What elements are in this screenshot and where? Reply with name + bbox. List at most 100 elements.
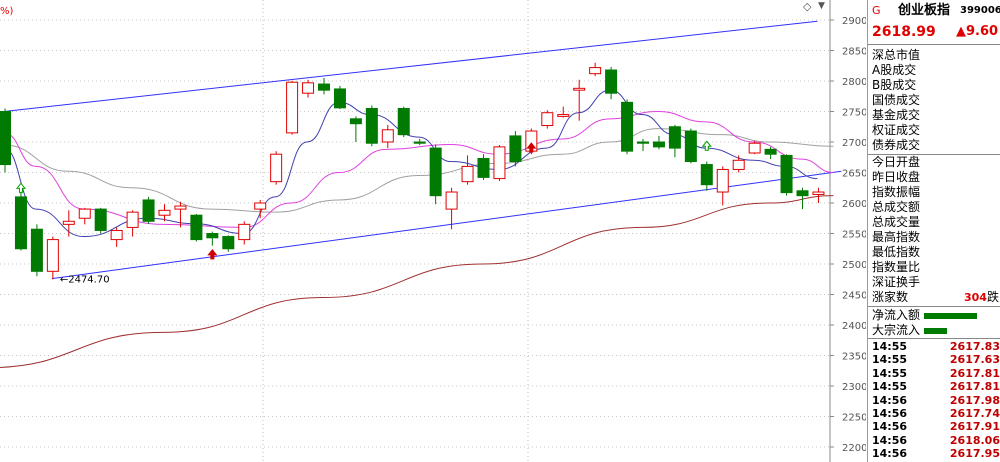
index-change: ▲9.60 [956,24,999,39]
field-label: 今日开盘 [872,155,921,169]
field-label: 债券成交 [872,138,921,152]
candle-body [573,87,586,91]
y-tick-label: 2650 [842,169,866,180]
tick-row: 14:55 2617.83 [868,340,1000,353]
tick-time: 14:56 [872,393,908,407]
field-label: 总成交额 [872,200,921,214]
candle-body [206,233,219,239]
field-row: 债券成交 [868,138,1000,153]
candle-body [158,209,171,216]
candle-body [541,112,554,127]
tick-price: 2617.81 [949,366,1000,380]
tick-price: 2617.81 [949,380,1000,394]
y-tick-label: 2600 [842,199,866,210]
field-label: 最高指数 [872,230,921,244]
y-tick-label: 2350 [842,352,866,363]
tick-time: 14:55 [872,340,908,353]
field-label: 指数振幅 [872,185,921,199]
candle-body [780,154,793,194]
quote-title-row: G 创业板指 399006 [868,2,1000,20]
candle-body [477,157,490,178]
candle-body [652,141,665,148]
field-row: 今日开盘 [868,155,1000,170]
tick-price: 2617.95 [949,447,1000,461]
divider [868,338,1000,339]
ma5-line [3,89,818,238]
candle-body [509,135,522,163]
flow-label: 大宗流入 [872,323,921,337]
candle-body [110,229,123,241]
field-label: 最低指数 [872,245,921,259]
tick-row: 14:56 2617.91 [868,420,1000,433]
field-row: 最高指数 [868,230,1000,245]
field-row: 深证换手 [868,275,1000,290]
flow-bar [924,328,947,334]
field-row: 昨日收盘 [868,170,1000,185]
tick-row: 14:55 2617.63 [868,353,1000,366]
tick-row: 14:55 2617.81 [868,367,1000,380]
tick-price: 2617.83 [949,340,1000,353]
candle-body [238,223,251,241]
candle-body [557,114,570,117]
y-tick-label: 2800 [842,77,866,88]
candle-body [142,199,155,222]
divider [868,44,1000,45]
field-row: 总成交额 [868,200,1000,215]
field-label: 深总市值 [872,48,921,62]
field-label: 指数量比 [872,260,921,274]
candle-body [318,83,330,91]
index-price: 2618.99 [872,24,936,40]
tick-row: 14:56 2617.95 [868,447,1000,460]
signal-arrow-icon [701,140,712,151]
candle-body [413,141,426,144]
kline-chart[interactable]: 2200 2250 2300 2350 2400 2450 2500 2550 2600 2650… [0,0,866,462]
candle-body [174,205,187,210]
tick-row: 14:56 2617.74 [868,407,1000,420]
channel-upper-line [3,20,818,112]
kline-chart-area[interactable]: %) 2200 2250 2300 2350 2400 2450 2500 2550 2600 2… [0,0,866,462]
tick-price: 2617.91 [949,420,1000,434]
candle-body [381,129,394,143]
field-row: 指数量比 [868,260,1000,275]
candle-body [333,88,346,109]
scroll-down-arrow-icon[interactable]: ▼ [818,1,825,11]
candle-body [493,146,506,180]
field-row: A股成交 [868,63,1000,78]
candle-body [254,202,267,210]
candle-body [445,191,458,210]
candle-body [700,164,713,186]
breadth-suffix: 跌 [987,290,1000,304]
tick-time: 14:55 [872,380,908,394]
candle-body [764,148,777,155]
flow-row: 大宗流入 [868,323,1000,338]
field-row: 国债成交 [868,93,1000,108]
field-row: B股成交 [868,78,1000,93]
y-tick-label: 2750 [842,108,866,119]
index-name: 创业板指 [898,3,951,18]
candle-body [812,191,825,195]
field-row: 最低指数 [868,245,1000,260]
candle-body [30,228,43,272]
candle-body [748,142,761,154]
low-annotation: ←2474.70 [60,274,110,285]
candle-body [302,82,315,94]
candle-body [732,159,745,170]
y-tick-label: 2400 [842,321,866,332]
candle-body [589,67,602,75]
candle-body [668,126,681,149]
field-row: 权证成交 [868,123,1000,138]
settings-diamond-icon[interactable]: ◇ [803,0,811,13]
breadth-row: 涨家数 304 跌 [868,290,1000,305]
field-row: 基金成交 [868,108,1000,123]
candle-body [637,141,649,144]
tick-time: 14:55 [872,366,908,380]
candle-body [270,153,283,183]
tick-time: 14:56 [872,433,908,447]
candle-body [397,107,410,136]
y-tick-label: 2700 [842,138,866,149]
candle-body [684,130,697,163]
tick-time: 14:56 [872,447,908,461]
field-label: B股成交 [872,78,917,92]
tick-time: 14:56 [872,407,908,420]
candle-body [605,69,618,94]
